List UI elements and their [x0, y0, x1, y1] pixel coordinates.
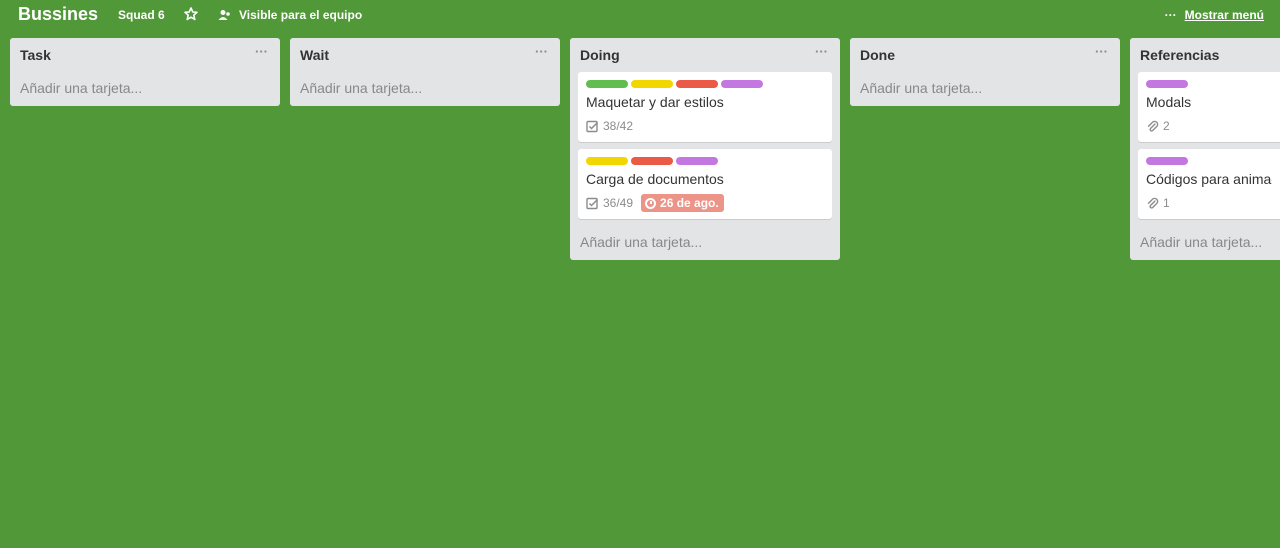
board-header: Bussines Squad 6 Visible para el equipo … [0, 0, 1280, 30]
attachment-count: 2 [1163, 119, 1170, 133]
list-title[interactable]: Task [20, 47, 51, 63]
attachment-icon [1147, 197, 1159, 209]
add-card-button[interactable]: Añadir una tarjeta... [290, 72, 560, 106]
checklist-badge: 36/49 [586, 196, 633, 210]
label-green [586, 80, 628, 88]
list-menu-icon[interactable]: ··· [815, 44, 828, 59]
card-title: Maquetar y dar estilos [586, 94, 724, 110]
list-referencias: Referencias Modals 2 Códigos para animac… [1130, 38, 1280, 260]
list-title[interactable]: Doing [580, 47, 620, 63]
checklist-icon [586, 197, 599, 209]
team-icon [218, 10, 230, 20]
card-labels [1146, 80, 1272, 88]
checklist-count: 38/42 [603, 119, 634, 133]
card-badges: 36/49 26 de ago. [586, 193, 824, 213]
attachment-badge: 2 [1146, 119, 1170, 133]
visibility-button[interactable]: Visible para el equipo [218, 8, 362, 22]
add-card-button[interactable]: Añadir una tarjeta... [850, 72, 1120, 106]
add-card-button[interactable]: Añadir una tarjeta... [1130, 226, 1280, 260]
list-header: Wait ··· [290, 38, 560, 72]
label-purple [721, 80, 763, 88]
list-doing: Doing ··· Maquetar y dar estilos 38/42 C… [570, 38, 840, 260]
label-red [676, 80, 718, 88]
list-menu-icon[interactable]: ··· [1095, 44, 1108, 59]
label-yellow [631, 80, 673, 88]
label-yellow [586, 157, 628, 165]
board-title[interactable]: Bussines [18, 4, 98, 25]
label-purple [1146, 157, 1188, 165]
card-title: Modals [1146, 94, 1192, 110]
list-title[interactable]: Done [860, 47, 895, 63]
team-name[interactable]: Squad 6 [118, 8, 165, 22]
show-menu-label: Mostrar menú [1184, 8, 1264, 22]
card-title: Códigos para animaciones [1146, 171, 1272, 187]
due-date: 26 de ago. [660, 196, 719, 210]
card[interactable]: Carga de documentos 36/49 26 de ago. [578, 149, 832, 219]
clock-icon [645, 197, 657, 209]
add-card-button[interactable]: Añadir una tarjeta... [570, 226, 840, 260]
more-icon: ··· [1164, 8, 1177, 22]
card[interactable]: Modals 2 [1138, 72, 1280, 142]
card-badges: 38/42 [586, 116, 824, 136]
card-badges: 1 [1146, 193, 1272, 213]
visibility-label: Visible para el equipo [239, 8, 363, 22]
card-title: Carga de documentos [586, 171, 724, 187]
add-card-button[interactable]: Añadir una tarjeta... [10, 72, 280, 106]
label-purple [1146, 80, 1188, 88]
card-badges: 2 [1146, 116, 1272, 136]
list-menu-icon[interactable]: ··· [535, 44, 548, 59]
list-header: Done ··· [850, 38, 1120, 72]
card-labels [1146, 157, 1272, 165]
list-task: Task ··· Añadir una tarjeta... [10, 38, 280, 106]
list-title[interactable]: Wait [300, 47, 329, 63]
list-header: Doing ··· [570, 38, 840, 72]
show-menu-button[interactable]: ··· Mostrar menú [1165, 8, 1264, 22]
attachment-badge: 1 [1146, 196, 1170, 210]
label-red [631, 157, 673, 165]
attachment-count: 1 [1163, 196, 1170, 210]
list-wait: Wait ··· Añadir una tarjeta... [290, 38, 560, 106]
due-date-badge[interactable]: 26 de ago. [641, 194, 724, 212]
checklist-badge: 38/42 [586, 119, 633, 133]
list-header: Referencias [1130, 38, 1280, 72]
list-title[interactable]: Referencias [1140, 47, 1219, 63]
card[interactable]: Códigos para animaciones 1 [1138, 149, 1280, 219]
list-menu-icon[interactable]: ··· [255, 44, 268, 59]
card-labels [586, 157, 824, 165]
label-purple [676, 157, 718, 165]
attachment-icon [1147, 120, 1159, 132]
checklist-icon [586, 120, 599, 132]
card-labels [586, 80, 824, 88]
list-done: Done ··· Añadir una tarjeta... [850, 38, 1120, 106]
list-header: Task ··· [10, 38, 280, 72]
checklist-count: 36/49 [603, 196, 634, 210]
star-icon[interactable] [184, 7, 198, 21]
card[interactable]: Maquetar y dar estilos 38/42 [578, 72, 832, 142]
